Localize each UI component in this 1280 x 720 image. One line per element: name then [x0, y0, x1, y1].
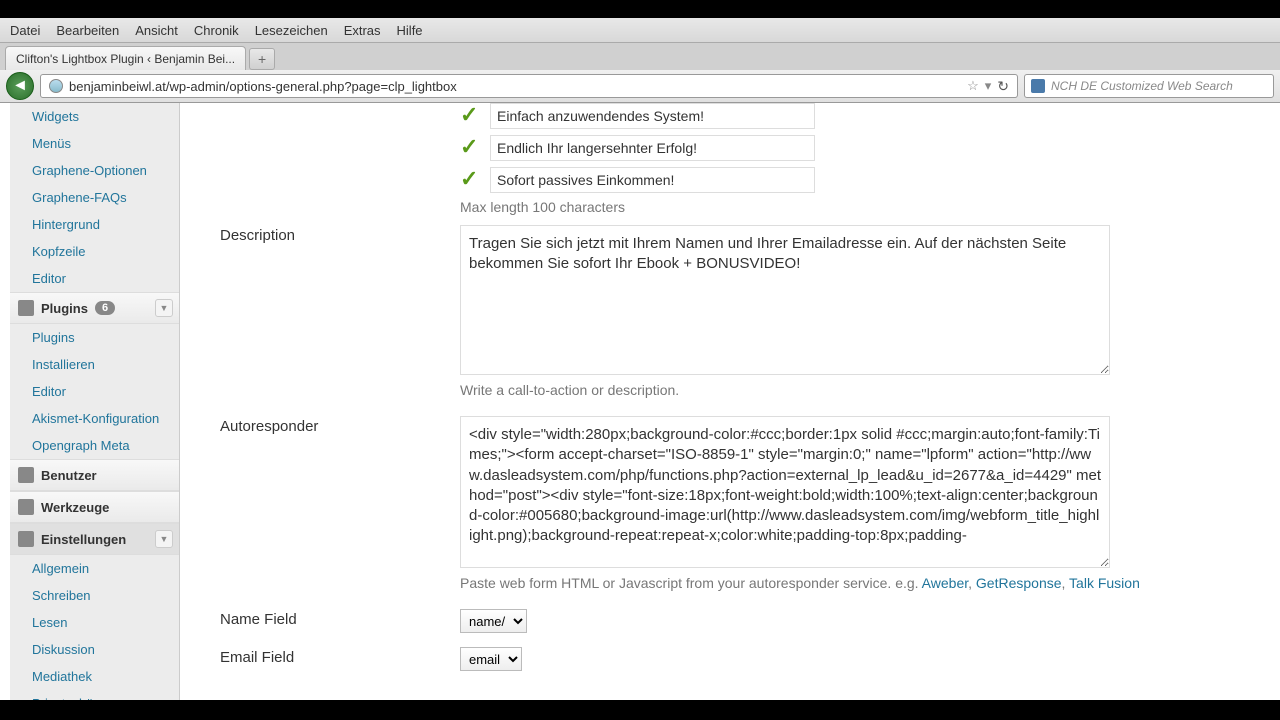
- sidebar-item-menus[interactable]: Menüs: [10, 130, 179, 157]
- benutzer-label: Benutzer: [41, 468, 97, 483]
- back-button[interactable]: ◄: [6, 72, 34, 100]
- sidebar-item-installieren[interactable]: Installieren: [10, 351, 179, 378]
- autoresponder-hint: Paste web form HTML or Javascript from y…: [460, 575, 1260, 591]
- sidebar-item-hintergrund[interactable]: Hintergrund: [10, 211, 179, 238]
- url-text: benjaminbeiwl.at/wp-admin/options-genera…: [69, 79, 961, 94]
- tools-icon: [18, 499, 34, 515]
- link-getresponse[interactable]: GetResponse: [976, 575, 1062, 591]
- check-icon: [460, 108, 480, 124]
- menu-extras[interactable]: Extras: [336, 20, 389, 41]
- search-box[interactable]: NCH DE Customized Web Search: [1024, 74, 1274, 98]
- check-row-3: [460, 167, 1260, 193]
- tab-title: Clifton's Lightbox Plugin ‹ Benjamin Bei…: [16, 52, 235, 66]
- einstellungen-label: Einstellungen: [41, 532, 126, 547]
- name-field-label: Name Field: [220, 609, 460, 633]
- menu-chronik[interactable]: Chronik: [186, 20, 247, 41]
- autoresponder-textarea[interactable]: <div style="width:280px;background-color…: [460, 416, 1110, 568]
- search-placeholder: NCH DE Customized Web Search: [1051, 79, 1233, 93]
- sidebar-item-allgemein[interactable]: Allgemein: [10, 555, 179, 582]
- reload-icon[interactable]: ↻: [997, 78, 1009, 95]
- sidebar-item-lesen[interactable]: Lesen: [10, 609, 179, 636]
- check-icon: [460, 140, 480, 156]
- link-aweber[interactable]: Aweber: [922, 575, 968, 591]
- check-icon: [460, 172, 480, 188]
- plugins-label: Plugins: [41, 301, 88, 316]
- sidebar-item-plugins[interactable]: Plugins: [10, 324, 179, 351]
- settings-icon: [18, 531, 34, 547]
- bookmark-icon[interactable]: ☆: [967, 78, 979, 94]
- description-hint: Write a call-to-action or description.: [460, 382, 1260, 398]
- main-content: Max length 100 characters Description Tr…: [180, 103, 1280, 700]
- menu-hilfe[interactable]: Hilfe: [389, 20, 431, 41]
- sidebar-item-widgets[interactable]: Widgets: [10, 103, 179, 130]
- check-row-1: [460, 103, 1260, 129]
- browser-tab[interactable]: Clifton's Lightbox Plugin ‹ Benjamin Bei…: [5, 46, 246, 70]
- chevron-down-icon[interactable]: ▼: [155, 530, 173, 548]
- check-input-1[interactable]: [490, 103, 815, 129]
- link-talkfusion[interactable]: Talk Fusion: [1069, 575, 1140, 591]
- sidebar-item-akismet[interactable]: Akismet-Konfiguration: [10, 405, 179, 432]
- plugins-icon: [18, 300, 34, 316]
- globe-icon: [49, 79, 63, 93]
- sidebar-head-einstellungen[interactable]: Einstellungen ▼: [10, 523, 179, 555]
- menubar: Datei Bearbeiten Ansicht Chronik Lesezei…: [0, 18, 1280, 43]
- tab-bar: Clifton's Lightbox Plugin ‹ Benjamin Bei…: [0, 43, 1280, 70]
- users-icon: [18, 467, 34, 483]
- description-label: Description: [220, 225, 460, 398]
- sidebar-head-benutzer[interactable]: Benutzer: [10, 459, 179, 491]
- sidebar-item-schreiben[interactable]: Schreiben: [10, 582, 179, 609]
- admin-sidebar: Widgets Menüs Graphene-Optionen Graphene…: [10, 103, 180, 700]
- sidebar-item-kopfzeile[interactable]: Kopfzeile: [10, 238, 179, 265]
- email-field-select[interactable]: email: [460, 647, 522, 671]
- check-hint: Max length 100 characters: [460, 199, 1260, 215]
- toolbar: ◄ benjaminbeiwl.at/wp-admin/options-gene…: [0, 70, 1280, 103]
- sidebar-item-mediathek[interactable]: Mediathek: [10, 663, 179, 690]
- dropdown-icon[interactable]: ▾: [985, 78, 992, 94]
- sidebar-item-graphene-faqs[interactable]: Graphene-FAQs: [10, 184, 179, 211]
- description-textarea[interactable]: Tragen Sie sich jetzt mit Ihrem Namen un…: [460, 225, 1110, 375]
- sidebar-item-plugin-editor[interactable]: Editor: [10, 378, 179, 405]
- new-tab-button[interactable]: +: [249, 48, 275, 70]
- autoresponder-label: Autoresponder: [220, 416, 460, 591]
- sidebar-head-plugins[interactable]: Plugins 6 ▼: [10, 292, 179, 324]
- sidebar-head-werkzeuge[interactable]: Werkzeuge: [10, 491, 179, 523]
- check-input-3[interactable]: [490, 167, 815, 193]
- menu-lesezeichen[interactable]: Lesezeichen: [247, 20, 336, 41]
- plugins-badge: 6: [95, 301, 115, 315]
- url-bar[interactable]: benjaminbeiwl.at/wp-admin/options-genera…: [40, 74, 1018, 98]
- sidebar-item-opengraph[interactable]: Opengraph Meta: [10, 432, 179, 459]
- menu-datei[interactable]: Datei: [2, 20, 48, 41]
- check-row-2: [460, 135, 1260, 161]
- sidebar-item-privatsphaere[interactable]: Privatsphäre: [10, 690, 179, 700]
- email-field-label: Email Field: [220, 647, 460, 671]
- menu-bearbeiten[interactable]: Bearbeiten: [48, 20, 127, 41]
- check-input-2[interactable]: [490, 135, 815, 161]
- menu-ansicht[interactable]: Ansicht: [127, 20, 186, 41]
- name-field-select[interactable]: name/: [460, 609, 527, 633]
- sidebar-item-editor[interactable]: Editor: [10, 265, 179, 292]
- search-engine-icon: [1031, 79, 1045, 93]
- sidebar-item-graphene-options[interactable]: Graphene-Optionen: [10, 157, 179, 184]
- werkzeuge-label: Werkzeuge: [41, 500, 109, 515]
- sidebar-item-diskussion[interactable]: Diskussion: [10, 636, 179, 663]
- chevron-down-icon[interactable]: ▼: [155, 299, 173, 317]
